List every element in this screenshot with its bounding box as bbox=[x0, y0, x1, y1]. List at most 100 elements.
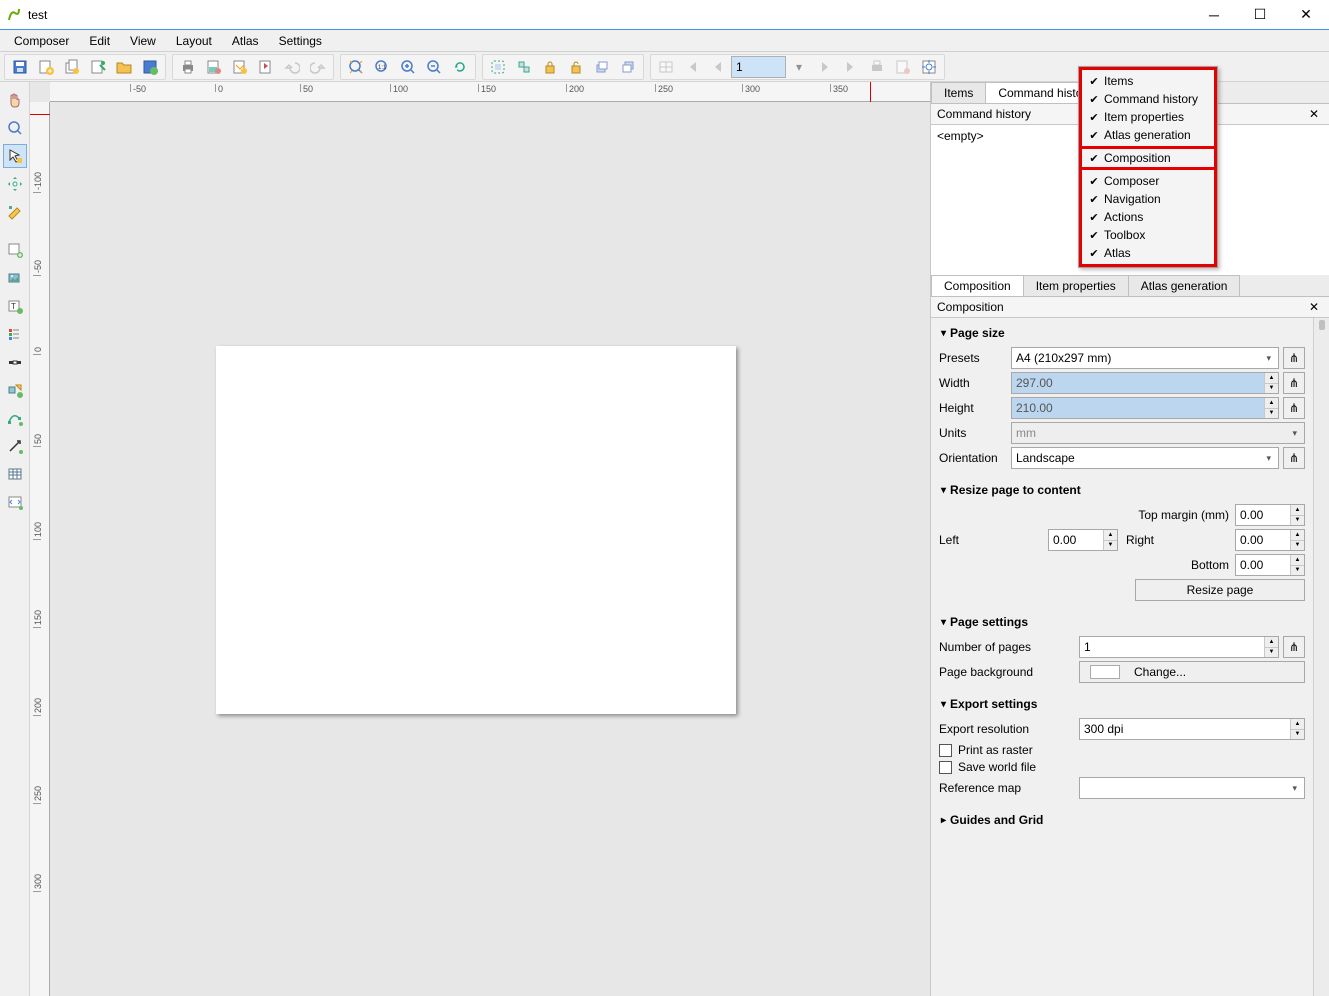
ctx-item-properties[interactable]: ✔Item properties bbox=[1082, 108, 1214, 126]
tab-items[interactable]: Items bbox=[931, 82, 986, 103]
next-feature-icon[interactable] bbox=[813, 55, 837, 79]
ctx-command-history[interactable]: ✔Command history bbox=[1082, 90, 1214, 108]
maximize-button[interactable]: ☐ bbox=[1237, 0, 1283, 30]
num-pages-input[interactable] bbox=[1079, 636, 1279, 658]
zoom-in-icon[interactable] bbox=[396, 55, 420, 79]
tab-composition[interactable]: Composition bbox=[931, 275, 1024, 296]
composer-manager-icon[interactable] bbox=[86, 55, 110, 79]
menu-atlas[interactable]: Atlas bbox=[222, 32, 269, 50]
ref-map-select[interactable]: ▾ bbox=[1079, 777, 1305, 799]
composer-page[interactable] bbox=[216, 346, 736, 714]
close-history-panel-button[interactable]: ✕ bbox=[1305, 107, 1323, 121]
height-input[interactable] bbox=[1011, 397, 1279, 419]
composition-scrollbar[interactable] bbox=[1313, 318, 1329, 996]
add-arrow-icon[interactable] bbox=[3, 434, 27, 458]
unlock-icon[interactable] bbox=[564, 55, 588, 79]
section-guides[interactable]: Guides and Grid bbox=[939, 809, 1305, 831]
duplicate-composer-icon[interactable] bbox=[60, 55, 84, 79]
width-override-icon[interactable]: ⋔ bbox=[1283, 372, 1305, 394]
menu-layout[interactable]: Layout bbox=[166, 32, 222, 50]
menu-edit[interactable]: Edit bbox=[79, 32, 120, 50]
close-composition-panel-button[interactable]: ✕ bbox=[1305, 300, 1323, 314]
atlas-page-spin[interactable]: 1 bbox=[731, 56, 786, 78]
num-pages-override-icon[interactable]: ⋔ bbox=[1283, 636, 1305, 658]
atlas-preview-icon[interactable] bbox=[654, 55, 678, 79]
save-icon[interactable] bbox=[8, 55, 32, 79]
orientation-select[interactable]: Landscape▾ bbox=[1011, 447, 1279, 469]
raise-icon[interactable] bbox=[590, 55, 614, 79]
tab-atlas-generation[interactable]: Atlas generation bbox=[1128, 275, 1241, 296]
undo-icon[interactable] bbox=[280, 55, 304, 79]
close-window-button[interactable]: ✕ bbox=[1283, 0, 1329, 30]
orientation-override-icon[interactable]: ⋔ bbox=[1283, 447, 1305, 469]
lower-icon[interactable] bbox=[616, 55, 640, 79]
add-shape-icon[interactable] bbox=[3, 378, 27, 402]
add-map-icon[interactable] bbox=[3, 238, 27, 262]
ungroup-icon[interactable] bbox=[512, 55, 536, 79]
export-image-icon[interactable] bbox=[202, 55, 226, 79]
atlas-export-icon[interactable] bbox=[891, 55, 915, 79]
save-template-icon[interactable] bbox=[138, 55, 162, 79]
menu-view[interactable]: View bbox=[120, 32, 166, 50]
zoom-100-icon[interactable]: 1:1 bbox=[370, 55, 394, 79]
menu-composer[interactable]: Composer bbox=[4, 32, 79, 50]
export-pdf-icon[interactable] bbox=[254, 55, 278, 79]
units-select[interactable]: mm▾ bbox=[1011, 422, 1305, 444]
export-svg-icon[interactable] bbox=[228, 55, 252, 79]
menu-settings[interactable]: Settings bbox=[269, 32, 332, 50]
refresh-icon[interactable] bbox=[448, 55, 472, 79]
toolbox-toolbar: T bbox=[0, 82, 30, 996]
save-world-checkbox[interactable]: Save world file bbox=[939, 760, 1305, 774]
add-legend-icon[interactable] bbox=[3, 322, 27, 346]
ctx-composition[interactable]: ✔Composition bbox=[1082, 149, 1214, 167]
move-content-tool-icon[interactable] bbox=[3, 172, 27, 196]
minimize-button[interactable]: ─ bbox=[1191, 0, 1237, 30]
export-res-input[interactable] bbox=[1079, 718, 1305, 740]
new-composer-icon[interactable] bbox=[34, 55, 58, 79]
add-scalebar-icon[interactable] bbox=[3, 350, 27, 374]
canvas-area[interactable]: -50 0 50 100 150 200 250 300 350 -100 -5… bbox=[30, 82, 930, 996]
canvas-viewport[interactable] bbox=[50, 102, 930, 996]
group-icon[interactable] bbox=[486, 55, 510, 79]
add-html-icon[interactable] bbox=[3, 490, 27, 514]
select-tool-icon[interactable] bbox=[3, 144, 27, 168]
prev-feature-icon[interactable] bbox=[706, 55, 730, 79]
zoom-full-icon[interactable] bbox=[344, 55, 368, 79]
section-export[interactable]: Export settings bbox=[939, 693, 1305, 715]
zoom-tool-icon[interactable] bbox=[3, 116, 27, 140]
width-input[interactable] bbox=[1011, 372, 1279, 394]
first-feature-icon[interactable] bbox=[680, 55, 704, 79]
caret-down-icon[interactable]: ▾ bbox=[787, 55, 811, 79]
print-icon[interactable] bbox=[176, 55, 200, 79]
ctx-actions[interactable]: ✔Actions bbox=[1082, 208, 1214, 226]
ctx-composer[interactable]: ✔Composer bbox=[1082, 172, 1214, 190]
ctx-items[interactable]: ✔Items bbox=[1082, 72, 1214, 90]
add-label-icon[interactable]: T bbox=[3, 294, 27, 318]
print-raster-checkbox[interactable]: Print as raster bbox=[939, 743, 1305, 757]
pan-tool-icon[interactable] bbox=[3, 88, 27, 112]
last-feature-icon[interactable] bbox=[839, 55, 863, 79]
ctx-toolbox[interactable]: ✔Toolbox bbox=[1082, 226, 1214, 244]
section-resize[interactable]: Resize page to content bbox=[939, 479, 1305, 501]
add-table-icon[interactable] bbox=[3, 462, 27, 486]
atlas-settings-icon[interactable] bbox=[917, 55, 941, 79]
redo-icon[interactable] bbox=[306, 55, 330, 79]
zoom-out-icon[interactable] bbox=[422, 55, 446, 79]
presets-override-icon[interactable]: ⋔ bbox=[1283, 347, 1305, 369]
presets-select[interactable]: A4 (210x297 mm)▾ bbox=[1011, 347, 1279, 369]
height-override-icon[interactable]: ⋔ bbox=[1283, 397, 1305, 419]
resize-page-button[interactable]: Resize page bbox=[1135, 579, 1305, 601]
ctx-navigation[interactable]: ✔Navigation bbox=[1082, 190, 1214, 208]
ctx-atlas[interactable]: ✔Atlas bbox=[1082, 244, 1214, 262]
section-page-settings[interactable]: Page settings bbox=[939, 611, 1305, 633]
open-template-icon[interactable] bbox=[112, 55, 136, 79]
edit-nodes-tool-icon[interactable] bbox=[3, 200, 27, 224]
tab-item-properties[interactable]: Item properties bbox=[1023, 275, 1129, 296]
ctx-atlas-generation[interactable]: ✔Atlas generation bbox=[1082, 126, 1214, 144]
add-nodes-icon[interactable] bbox=[3, 406, 27, 430]
section-page-size[interactable]: Page size bbox=[939, 322, 1305, 344]
change-bg-button[interactable]: Change... bbox=[1079, 661, 1305, 683]
atlas-print-icon[interactable] bbox=[865, 55, 889, 79]
add-image-icon[interactable] bbox=[3, 266, 27, 290]
lock-icon[interactable] bbox=[538, 55, 562, 79]
